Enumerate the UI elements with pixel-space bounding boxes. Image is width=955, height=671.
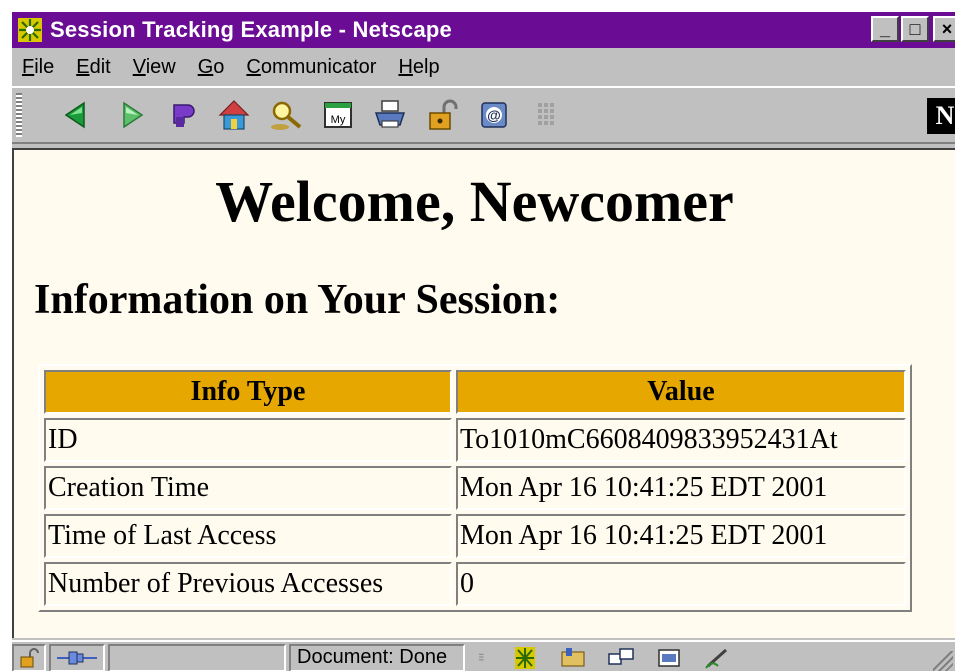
table-row: Number of Previous Accesses 0	[44, 562, 906, 606]
menu-edit[interactable]: Edit	[76, 56, 110, 79]
unlocked-padlock-icon	[20, 647, 39, 667]
header-value: Value	[456, 370, 906, 414]
table-row: Creation Time Mon Apr 16 10:41:25 EDT 20…	[44, 466, 906, 510]
netscape-app-icon[interactable]	[16, 16, 44, 44]
home-button[interactable]	[208, 92, 260, 138]
back-button[interactable]	[52, 92, 104, 138]
status-message-cell: Document: Done	[289, 643, 465, 671]
row-info-type: Time of Last Access	[44, 514, 452, 558]
menu-accel: F	[22, 55, 35, 78]
my-netscape-button[interactable]: My	[312, 92, 364, 138]
netscape-logo[interactable]: N	[927, 98, 955, 134]
print-button[interactable]	[364, 92, 416, 138]
menu-label: o	[213, 55, 225, 78]
status-text: Document: Done	[297, 646, 448, 668]
print-icon	[374, 100, 406, 128]
page-heading: Welcome, Newcomer	[215, 169, 734, 234]
connection-status-cell[interactable]	[49, 643, 105, 671]
menu-help[interactable]: Help	[398, 56, 439, 79]
menu-label: ommunicator	[260, 55, 377, 78]
edit-pen-icon[interactable]	[702, 646, 732, 670]
menu-accel: V	[132, 55, 146, 78]
reload-icon	[173, 104, 195, 127]
security-button[interactable]	[416, 92, 468, 138]
search-icon	[271, 101, 302, 130]
browser-window: Session Tracking Example - Netscape _ □ …	[10, 10, 955, 671]
stop-button[interactable]	[520, 92, 572, 138]
title-bar[interactable]: Session Tracking Example - Netscape _ □ …	[12, 12, 955, 48]
row-info-type: Number of Previous Accesses	[44, 562, 452, 606]
menu-view[interactable]: View	[133, 56, 176, 79]
menu-accel: C	[246, 55, 261, 78]
page-content: Welcome, Newcomer Information on Your Se…	[12, 148, 955, 638]
menu-file[interactable]: File	[22, 56, 54, 79]
home-icon	[218, 100, 250, 130]
row-info-type: Creation Time	[44, 466, 452, 510]
menu-label: elp	[412, 55, 440, 78]
search-button[interactable]	[260, 92, 312, 138]
navigation-toolbar: My @ N	[12, 86, 955, 144]
security-icon	[429, 99, 458, 130]
shop-button[interactable]: @	[468, 92, 520, 138]
row-value: To1010mC6608409833952431At	[456, 418, 906, 462]
composer-icon[interactable]	[654, 646, 684, 670]
menu-bar: File Edit View Go Communicator Help	[12, 50, 955, 84]
row-info-type: ID	[44, 418, 452, 462]
discussion-groups-icon[interactable]	[606, 646, 636, 670]
row-value: 0	[456, 562, 906, 606]
row-value: Mon Apr 16 10:41:25 EDT 2001	[456, 514, 906, 558]
close-button[interactable]: ×	[933, 16, 955, 42]
menu-accel: E	[76, 55, 90, 78]
tray-grip-icon[interactable]	[478, 646, 492, 670]
forward-icon	[123, 101, 144, 129]
minimize-button[interactable]: _	[871, 16, 899, 42]
toolbar-grip[interactable]	[16, 93, 22, 137]
table-row: Time of Last Access Mon Apr 16 10:41:25 …	[44, 514, 906, 558]
status-bar: Document: Done	[12, 640, 955, 671]
my-netscape-icon: My	[324, 102, 352, 128]
menu-accel: H	[398, 55, 413, 78]
window-title: Session Tracking Example - Netscape	[50, 17, 452, 42]
menu-label: dit	[89, 55, 111, 78]
navigator-icon[interactable]	[510, 646, 540, 670]
menu-communicator[interactable]: Communicator	[246, 56, 376, 79]
security-status-cell[interactable]	[12, 643, 46, 671]
table-row: ID To1010mC6608409833952431At	[44, 418, 906, 462]
menu-accel: G	[197, 55, 214, 78]
window-controls: _ □ ×	[871, 16, 955, 42]
table-header-row: Info Type Value	[44, 370, 906, 414]
mail-icon[interactable]	[558, 646, 588, 670]
resize-grip[interactable]	[933, 651, 953, 671]
progress-cell	[108, 643, 286, 671]
shop-icon: @	[481, 102, 507, 128]
stop-icon	[538, 103, 554, 125]
menu-go[interactable]: Go	[198, 56, 225, 79]
my-netscape-label: My	[331, 114, 346, 126]
session-subheading: Information on Your Session:	[34, 277, 561, 323]
shop-at-glyph: @	[487, 107, 501, 123]
row-value: Mon Apr 16 10:41:25 EDT 2001	[456, 466, 906, 510]
header-info-type: Info Type	[44, 370, 452, 414]
reload-button[interactable]	[156, 92, 208, 138]
forward-button[interactable]	[104, 92, 156, 138]
plug-connection-icon	[57, 651, 97, 664]
back-icon	[64, 101, 85, 129]
maximize-button[interactable]: □	[901, 16, 929, 42]
component-tray	[468, 646, 732, 670]
menu-label: ile	[34, 55, 55, 78]
session-info-table: Info Type Value ID To1010mC6608409833952…	[38, 364, 912, 612]
menu-label: iew	[145, 55, 176, 78]
